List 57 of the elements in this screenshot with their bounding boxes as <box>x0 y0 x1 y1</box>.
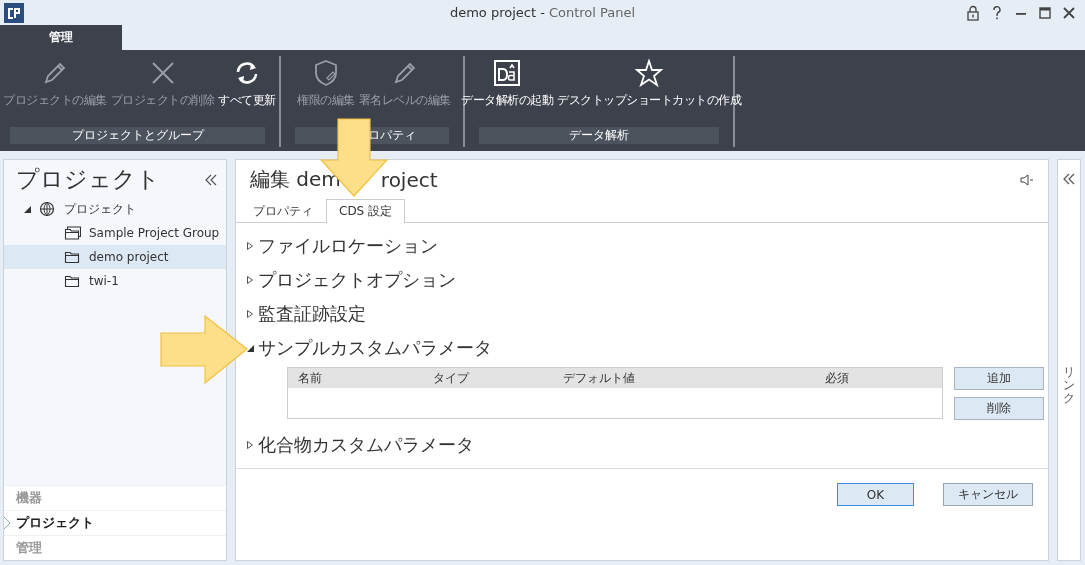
nav-item[interactable]: プロジェクト <box>4 510 226 535</box>
editor-title: 編集 dem <box>250 166 341 193</box>
section-title: プロジェクトオプション <box>258 268 456 292</box>
maximize-icon[interactable] <box>1037 4 1053 21</box>
section-title: ファイルロケーション <box>258 234 438 258</box>
tree-item[interactable]: twi-1 <box>4 269 226 293</box>
ribbon-button[interactable]: データ解析の起動 <box>459 56 555 109</box>
group-label: データ解析 <box>479 127 719 144</box>
column-header: 名前 <box>297 369 323 387</box>
section-header[interactable]: ファイルロケーション <box>246 229 1048 263</box>
app-name: Control Panel <box>548 5 636 20</box>
expanded-triangle-icon[interactable] <box>246 344 254 352</box>
section-header[interactable]: プロジェクトオプション <box>246 263 1048 297</box>
tab[interactable]: CDS 設定 <box>326 199 406 223</box>
tree-item[interactable]: プロジェクト <box>4 197 226 221</box>
da-logo-icon <box>492 58 522 88</box>
collapsed-triangle-icon[interactable] <box>246 310 254 318</box>
column-header: タイプ <box>432 369 471 387</box>
folder-icon <box>64 249 81 265</box>
globe-icon <box>39 201 56 217</box>
side-panel-label[interactable]: リンク <box>1063 366 1075 406</box>
group-label: プロジェクトとグループ <box>10 127 265 144</box>
section-title: サンプルカスタムパラメータ <box>258 336 492 360</box>
folder-icon <box>64 225 81 241</box>
collapsed-triangle-icon[interactable] <box>246 242 254 250</box>
speaker-icon[interactable] <box>1020 173 1034 186</box>
expanded-triangle-icon[interactable] <box>24 205 31 213</box>
tree-item[interactable]: demo project <box>4 245 226 269</box>
folder-icon <box>64 273 81 289</box>
tree-item[interactable]: Sample Project Group <box>4 221 226 245</box>
expand-icon[interactable] <box>1062 172 1076 186</box>
selection-marker-icon <box>4 517 10 529</box>
lock-icon[interactable] <box>965 4 981 21</box>
dialog-button[interactable]: キャンセル <box>943 483 1033 506</box>
ribbon-button[interactable]: すべて更新 <box>216 56 278 109</box>
collapsed-triangle-icon[interactable] <box>246 276 254 284</box>
section-header[interactable]: 化合物カスタムパラメータ <box>246 428 1048 462</box>
action-button[interactable]: 削除 <box>954 397 1044 420</box>
section-title: 監査証跡設定 <box>258 302 366 326</box>
tab[interactable]: プロパティ <box>240 199 326 223</box>
star-icon <box>634 58 664 88</box>
column-header: デフォルト値 <box>562 369 636 387</box>
column-header: 必須 <box>824 369 850 387</box>
close-icon[interactable] <box>1061 4 1077 21</box>
window-title: demo project - <box>449 5 545 20</box>
ribbon-tab[interactable]: 管理 <box>0 25 122 50</box>
section-title: 化合物カスタムパラメータ <box>258 433 474 457</box>
app-logo-icon <box>4 2 24 23</box>
ribbon-button[interactable]: デスクトップショートカットの作成 <box>555 56 743 109</box>
panel-title: プロジェクト <box>16 165 160 194</box>
collapsed-triangle-icon[interactable] <box>246 441 254 449</box>
section-header[interactable]: サンプルカスタムパラメータ <box>246 331 1048 365</box>
action-button[interactable]: 追加 <box>954 367 1044 390</box>
editor-title: roject <box>380 167 438 192</box>
section-header[interactable]: 監査証跡設定 <box>246 297 1048 331</box>
collapse-icon[interactable] <box>204 172 218 187</box>
dialog-button[interactable]: OK <box>837 483 914 506</box>
